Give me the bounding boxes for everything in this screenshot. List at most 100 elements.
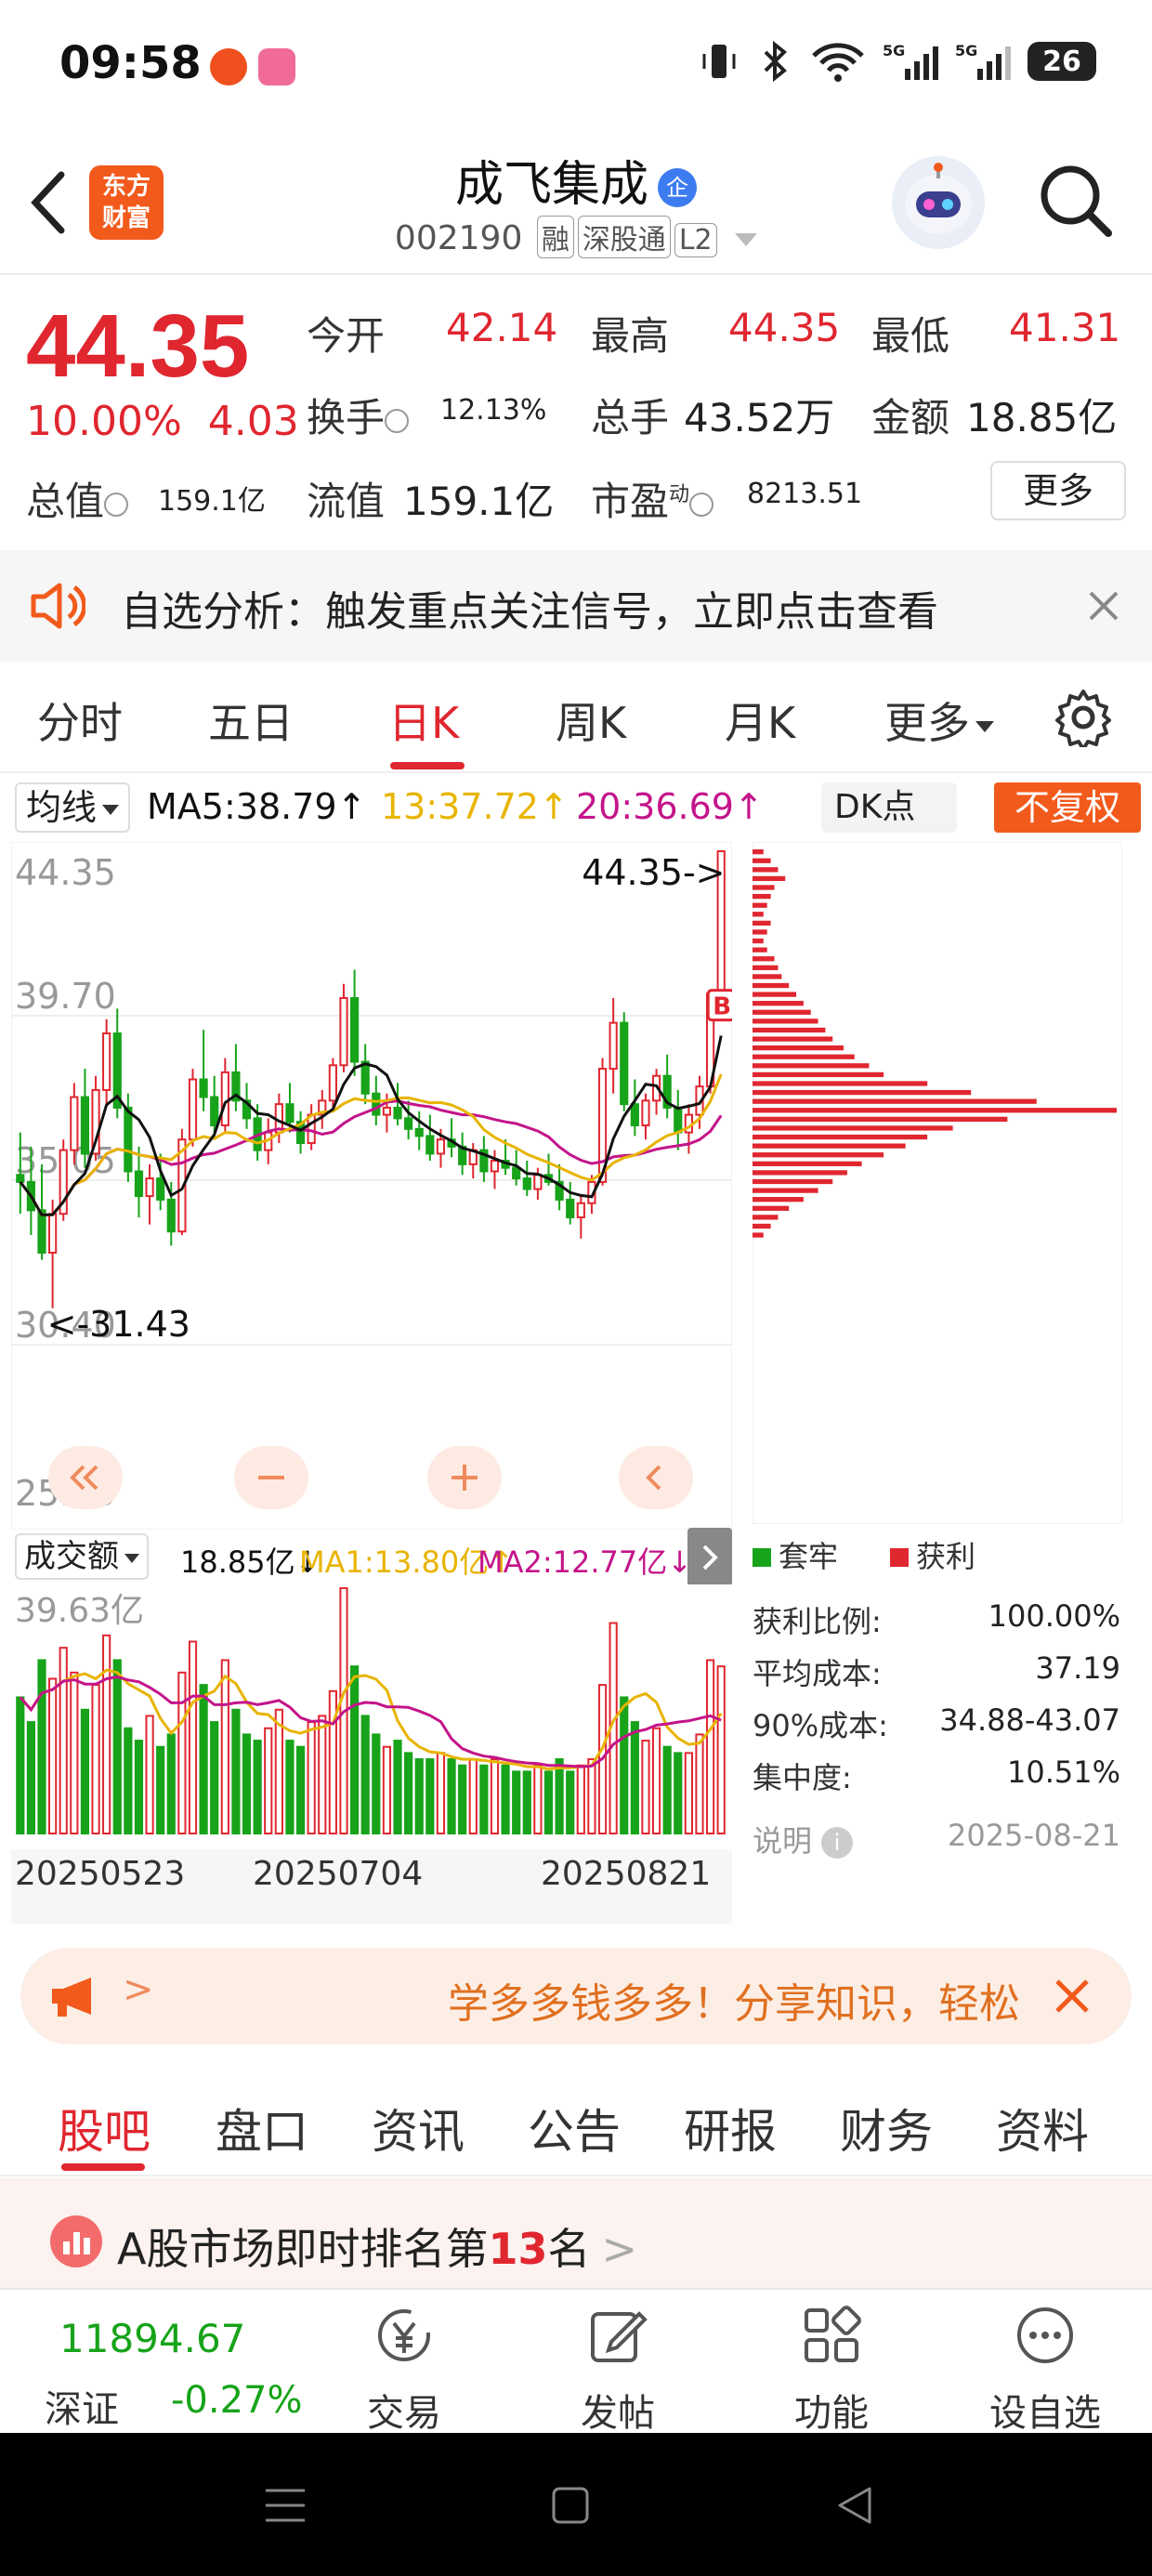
battery-icon: 26 bbox=[1028, 42, 1096, 81]
index-name[interactable]: 深证 bbox=[45, 2379, 119, 2433]
volume-bar bbox=[177, 1671, 187, 1834]
volume-bar bbox=[372, 1733, 381, 1834]
pe-label[interactable]: 市盈动 bbox=[591, 470, 714, 527]
no-adjust-button[interactable]: 不复权 bbox=[994, 782, 1141, 833]
chip-bar bbox=[753, 1232, 764, 1238]
candlestick-chart[interactable]: 44.3539.7035.0530.4025.7544.35-><-31.43B bbox=[11, 842, 732, 1530]
chip-bar bbox=[753, 929, 767, 935]
info-icon[interactable] bbox=[104, 492, 129, 517]
settings-gear-icon[interactable] bbox=[1054, 688, 1113, 747]
close-icon[interactable] bbox=[1085, 587, 1122, 624]
tab-weekly-k[interactable]: 周K bbox=[556, 690, 626, 751]
y-tick-label: 44.35 bbox=[15, 852, 116, 893]
post-button[interactable]: 发帖 bbox=[543, 2383, 692, 2437]
volume-chart[interactable]: 39.63亿 bbox=[11, 1584, 732, 1835]
amount-value: 18.85亿 bbox=[966, 395, 1118, 440]
chevron-right-icon: > bbox=[601, 2224, 638, 2274]
chip-distribution-chart[interactable] bbox=[753, 842, 1122, 1524]
chip-bar bbox=[753, 849, 764, 855]
tab-research[interactable]: 研报 bbox=[684, 2095, 777, 2162]
trade-button[interactable]: 交易 bbox=[330, 2383, 478, 2437]
zoom-out-button[interactable] bbox=[234, 1446, 308, 1509]
info-icon[interactable] bbox=[385, 408, 410, 433]
chip-bar bbox=[753, 858, 771, 863]
chip-bar bbox=[753, 1188, 818, 1193]
ranking-row[interactable]: A股市场即时排名第13名 > bbox=[0, 2178, 1152, 2288]
tab-monthly-k[interactable]: 月K bbox=[725, 690, 795, 751]
volume-bar bbox=[501, 1764, 510, 1834]
volume-bar bbox=[393, 1740, 402, 1834]
volume-bar bbox=[447, 1758, 456, 1834]
chip-bar bbox=[753, 893, 771, 900]
chip-bar bbox=[753, 1197, 804, 1203]
rewind-button[interactable] bbox=[48, 1446, 123, 1509]
more-dots-icon[interactable] bbox=[1013, 2303, 1078, 2368]
back-nav-icon[interactable] bbox=[832, 2483, 877, 2528]
candle-body bbox=[404, 1117, 413, 1130]
volume-bar bbox=[414, 1758, 424, 1834]
volume-bar bbox=[587, 1758, 596, 1834]
candle-body bbox=[414, 1127, 424, 1137]
volume-bar bbox=[641, 1740, 650, 1834]
stat-note[interactable]: 说明 i 2025-08-21 bbox=[753, 1818, 1120, 1860]
stock-header: 东方 财富 成飞集成企 002190 融深股通 L2 bbox=[0, 139, 1152, 275]
note-label: 说明 bbox=[753, 1823, 813, 1859]
tab-five-day[interactable]: 五日 bbox=[208, 690, 294, 751]
zoom-in-button[interactable] bbox=[427, 1446, 502, 1509]
menu-nav-icon[interactable] bbox=[262, 2485, 308, 2526]
volume-bar bbox=[436, 1752, 446, 1834]
trade-yen-icon[interactable] bbox=[372, 2303, 437, 2368]
stat-avg-cost: 平均成本: 37.19 bbox=[753, 1650, 1120, 1693]
tab-news[interactable]: 资讯 bbox=[372, 2095, 465, 2162]
volume-indicator-select[interactable]: 成交额 bbox=[15, 1533, 149, 1580]
turnover-label-text: 换手 bbox=[307, 395, 386, 440]
compose-icon[interactable] bbox=[585, 2303, 650, 2368]
tab-orderbook[interactable]: 盘口 bbox=[216, 2095, 308, 2162]
chip-bar bbox=[753, 1098, 1037, 1104]
tab-intraday[interactable]: 分时 bbox=[37, 690, 123, 751]
grid-apps-icon[interactable] bbox=[799, 2303, 864, 2368]
dk-point-select[interactable]: DK点 bbox=[821, 782, 957, 833]
volume-bar bbox=[145, 1715, 154, 1834]
plus-icon bbox=[452, 1465, 478, 1491]
add-watchlist-button[interactable]: 设自选 bbox=[971, 2383, 1119, 2437]
info-icon[interactable] bbox=[689, 492, 714, 517]
current-price: 44.35 bbox=[26, 296, 250, 396]
volume-bar bbox=[662, 1745, 672, 1834]
volume-bar bbox=[48, 1677, 58, 1834]
index-value[interactable]: 11894.67 bbox=[59, 2316, 245, 2361]
signal-notice[interactable]: 自选分析：触发重点关注信号，立即点击查看 bbox=[0, 550, 1152, 662]
volume-bar bbox=[295, 1745, 306, 1834]
info-icon[interactable]: i bbox=[821, 1827, 854, 1859]
close-icon[interactable] bbox=[1052, 1976, 1093, 2017]
indicator-panel-toggle[interactable] bbox=[687, 1528, 732, 1587]
tab-daily-k[interactable]: 日K bbox=[388, 690, 459, 751]
ranking-text: A股市场即时排名第13名 > bbox=[117, 2215, 637, 2277]
x-label-end: 20250821 bbox=[541, 1855, 712, 1893]
home-nav-icon[interactable] bbox=[550, 2485, 591, 2526]
chip-bar bbox=[753, 1027, 826, 1033]
volume-bar bbox=[458, 1764, 467, 1834]
robot-assistant-avatar[interactable] bbox=[892, 156, 985, 249]
mktcap-label[interactable]: 总值 bbox=[26, 470, 129, 527]
tab-more[interactable]: 更多 bbox=[884, 690, 994, 751]
candle-body bbox=[285, 1103, 295, 1124]
volume-bar bbox=[318, 1715, 327, 1834]
change-pct: 10.00% bbox=[26, 398, 182, 445]
promo-banner[interactable]: > 学多多钱多多！分享知识，轻松 bbox=[20, 1948, 1132, 2044]
search-icon[interactable] bbox=[1037, 162, 1115, 240]
indicator-select[interactable]: 均线 bbox=[15, 782, 131, 833]
tab-financials[interactable]: 财务 bbox=[840, 2095, 933, 2162]
turnover-label[interactable]: 换手 bbox=[307, 387, 410, 443]
index-change[interactable]: -0.27% bbox=[171, 2379, 303, 2422]
volume-bar bbox=[468, 1758, 478, 1834]
chip-bar bbox=[753, 1125, 953, 1131]
more-button[interactable]: 更多 bbox=[990, 461, 1126, 520]
tag-connect: 深股通 bbox=[577, 216, 671, 258]
tab-announcements[interactable]: 公告 bbox=[528, 2095, 621, 2162]
scroll-left-button[interactable] bbox=[619, 1446, 693, 1509]
volume-bar bbox=[166, 1733, 176, 1834]
tab-profile[interactable]: 资料 bbox=[996, 2095, 1089, 2162]
functions-button[interactable]: 功能 bbox=[757, 2383, 906, 2437]
tab-guba[interactable]: 股吧 bbox=[58, 2095, 151, 2162]
